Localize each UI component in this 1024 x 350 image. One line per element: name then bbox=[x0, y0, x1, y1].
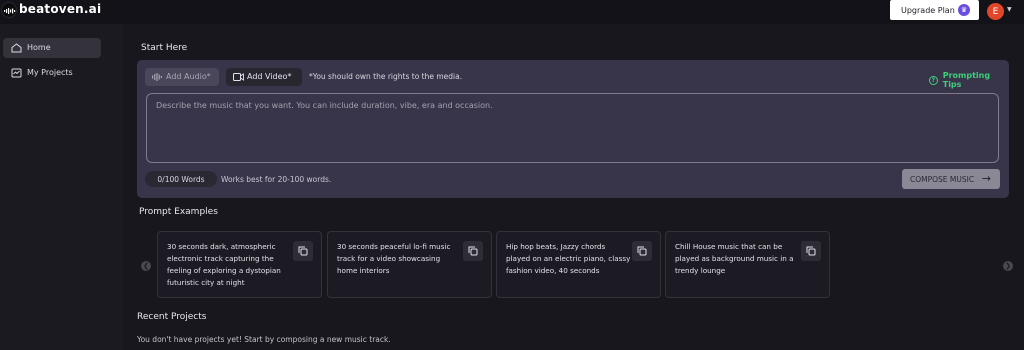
prompt-example-text: Chill House music that can be played as … bbox=[675, 242, 794, 275]
compose-music-button[interactable]: COMPOSE MUSIC → bbox=[902, 169, 1000, 189]
prompt-input[interactable] bbox=[146, 93, 999, 163]
copy-icon bbox=[806, 246, 816, 256]
copy-icon bbox=[468, 246, 478, 256]
prompt-examples-title: Prompt Examples bbox=[139, 207, 218, 217]
upgrade-plan-label: Upgrade Plan bbox=[901, 5, 955, 15]
carousel-prev-icon[interactable]: ❮ bbox=[141, 261, 151, 271]
prompt-example-card[interactable]: 30 seconds peaceful lo-fi music track fo… bbox=[327, 231, 492, 298]
add-audio-button[interactable]: Add Audio* bbox=[145, 68, 219, 86]
media-rights-note: *You should own the rights to the media. bbox=[309, 72, 463, 81]
beatoven-logo-icon[interactable] bbox=[1, 2, 17, 18]
question-circle-icon: ? bbox=[929, 75, 938, 85]
projects-icon bbox=[11, 68, 22, 78]
add-video-button[interactable]: Add Video* bbox=[226, 68, 302, 86]
prompting-tips-label: Prompting Tips bbox=[942, 71, 991, 89]
prompt-example-card[interactable]: Hip hop beats, Jazzy chords played on an… bbox=[496, 231, 661, 298]
top-bar: beatoven.ai Upgrade Plan ♛ E ▼ bbox=[0, 0, 1024, 24]
word-count-hint: Works best for 20-100 words. bbox=[221, 175, 332, 184]
prompt-example-text: 30 seconds dark, atmospheric electronic … bbox=[167, 242, 281, 287]
sidebar-item-label: My Projects bbox=[27, 68, 73, 77]
start-here-title: Start Here bbox=[141, 43, 188, 53]
home-icon bbox=[11, 43, 22, 53]
carousel-next-icon[interactable]: ❯ bbox=[1003, 261, 1013, 271]
sidebar-item-my-projects[interactable]: My Projects bbox=[3, 63, 101, 83]
brand-name[interactable]: beatoven.ai bbox=[19, 2, 101, 16]
copy-button[interactable] bbox=[801, 241, 821, 261]
prompt-example-text: Hip hop beats, Jazzy chords played on an… bbox=[506, 242, 631, 275]
prompt-example-text: 30 seconds peaceful lo-fi music track fo… bbox=[337, 242, 451, 275]
copy-button[interactable] bbox=[632, 241, 652, 261]
prompting-tips-link[interactable]: ? Prompting Tips bbox=[929, 71, 1009, 89]
chevron-down-icon[interactable]: ▼ bbox=[1007, 6, 1012, 13]
copy-button[interactable] bbox=[293, 241, 313, 261]
upgrade-plan-button[interactable]: Upgrade Plan ♛ bbox=[890, 0, 979, 20]
word-count-badge: 0/100 Words bbox=[145, 171, 217, 187]
sidebar-item-label: Home bbox=[27, 43, 51, 52]
compose-panel: Add Audio* Add Video* *You should own th… bbox=[137, 60, 1009, 198]
arrow-right-icon: → bbox=[981, 172, 991, 185]
copy-button[interactable] bbox=[463, 241, 483, 261]
compose-music-label: COMPOSE MUSIC bbox=[910, 174, 975, 184]
recent-projects-title: Recent Projects bbox=[137, 312, 207, 322]
copy-icon bbox=[298, 246, 308, 256]
prompt-example-card[interactable]: 30 seconds dark, atmospheric electronic … bbox=[157, 231, 322, 298]
sidebar: Home My Projects bbox=[0, 24, 123, 350]
copy-icon bbox=[637, 246, 647, 256]
user-avatar[interactable]: E bbox=[987, 3, 1004, 20]
recent-projects-empty-text: You don't have projects yet! Start by co… bbox=[137, 335, 391, 344]
add-video-label: Add Video* bbox=[247, 72, 292, 81]
audio-wave-icon bbox=[152, 73, 162, 81]
crown-icon: ♛ bbox=[958, 4, 970, 16]
prompt-example-card[interactable]: Chill House music that can be played as … bbox=[665, 231, 830, 298]
add-audio-label: Add Audio* bbox=[166, 72, 211, 81]
sidebar-item-home[interactable]: Home bbox=[3, 38, 101, 58]
video-camera-icon bbox=[233, 73, 244, 81]
